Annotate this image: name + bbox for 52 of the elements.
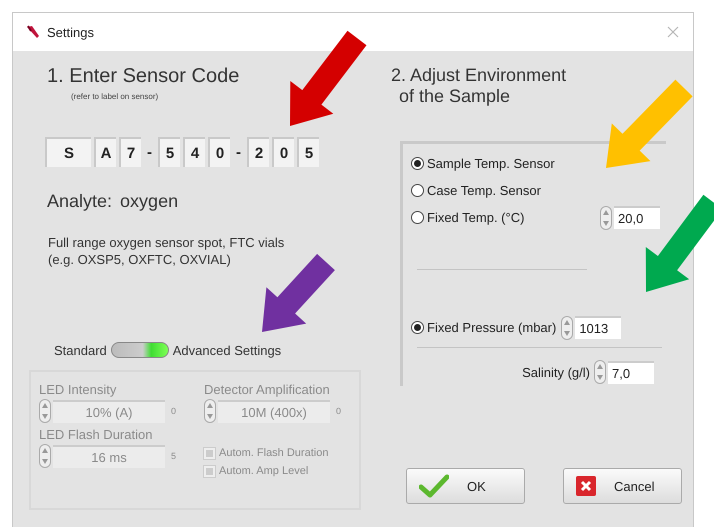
radio-label: Fixed Pressure (mbar): [427, 320, 556, 335]
unit-text: 0: [336, 406, 342, 416]
code-field[interactable]: 0: [208, 137, 230, 167]
code-field[interactable]: 4: [183, 137, 205, 167]
section-heading: of the Sample: [398, 86, 512, 107]
number-field[interactable]: 20,0: [614, 206, 660, 229]
ok-button[interactable]: OK: [406, 468, 525, 504]
mode-toggle[interactable]: [110, 342, 169, 358]
radio-button[interactable]: [411, 184, 424, 197]
spin-arrows-icon[interactable]: [594, 360, 606, 384]
code-field[interactable]: 2: [247, 137, 269, 167]
window-title: Settings: [47, 24, 94, 40]
section-heading: 2. Adjust Environment: [391, 65, 568, 86]
cancel-button[interactable]: Cancel: [563, 468, 682, 504]
code-field[interactable]: 5: [158, 137, 180, 167]
code-separator: -: [146, 144, 153, 160]
toggle-label: Advanced Settings: [172, 342, 282, 358]
unit-text: 5: [171, 451, 176, 461]
check-icon: [419, 474, 449, 498]
code-field[interactable]: 5: [297, 137, 319, 167]
unit-text: 0: [171, 406, 176, 416]
radio-button[interactable]: [411, 211, 424, 224]
analyte-value: oxygen: [120, 191, 178, 212]
radio-label: Fixed Temp. (°C): [427, 210, 524, 225]
checkbox-label: Autom. Flash Duration: [219, 447, 328, 459]
analyte-label: Analyte:: [47, 191, 112, 212]
toggle-label: Standard: [54, 342, 107, 358]
field-label: Salinity (g/l): [522, 364, 590, 380]
field-label: LED Intensity: [39, 382, 118, 397]
field-label: LED Flash Duration: [39, 427, 154, 442]
field-label: Detector Amplification: [204, 382, 331, 397]
section-heading: 1. Enter Sensor Code: [46, 65, 240, 88]
code-field[interactable]: 7: [119, 137, 141, 167]
hint-text: (refer to label on sensor): [70, 92, 160, 101]
code-field[interactable]: A: [94, 137, 116, 167]
spin-arrows-icon[interactable]: [561, 316, 574, 340]
code-separator: -: [235, 144, 242, 160]
radio-label: Case Temp. Sensor: [427, 183, 541, 198]
description-text: (e.g. OXSP5, OXFTC, OXVIAL): [48, 251, 232, 268]
code-field[interactable]: 0: [272, 137, 294, 167]
code-field[interactable]: S: [45, 137, 91, 167]
radio-button[interactable]: [411, 157, 424, 170]
radio-button[interactable]: [411, 321, 424, 334]
number-field[interactable]: 7,0: [608, 360, 654, 384]
pipette-icon: [25, 24, 41, 40]
spin-arrows-icon[interactable]: [600, 206, 612, 230]
description-text: Full range oxygen sensor spot, FTC vials: [48, 234, 286, 251]
number-field[interactable]: 1013: [575, 316, 622, 339]
close-icon[interactable]: [667, 26, 679, 38]
radio-label: Sample Temp. Sensor: [427, 156, 555, 171]
checkbox-label: Autom. Amp Level: [219, 465, 308, 477]
close-icon: [576, 476, 596, 496]
